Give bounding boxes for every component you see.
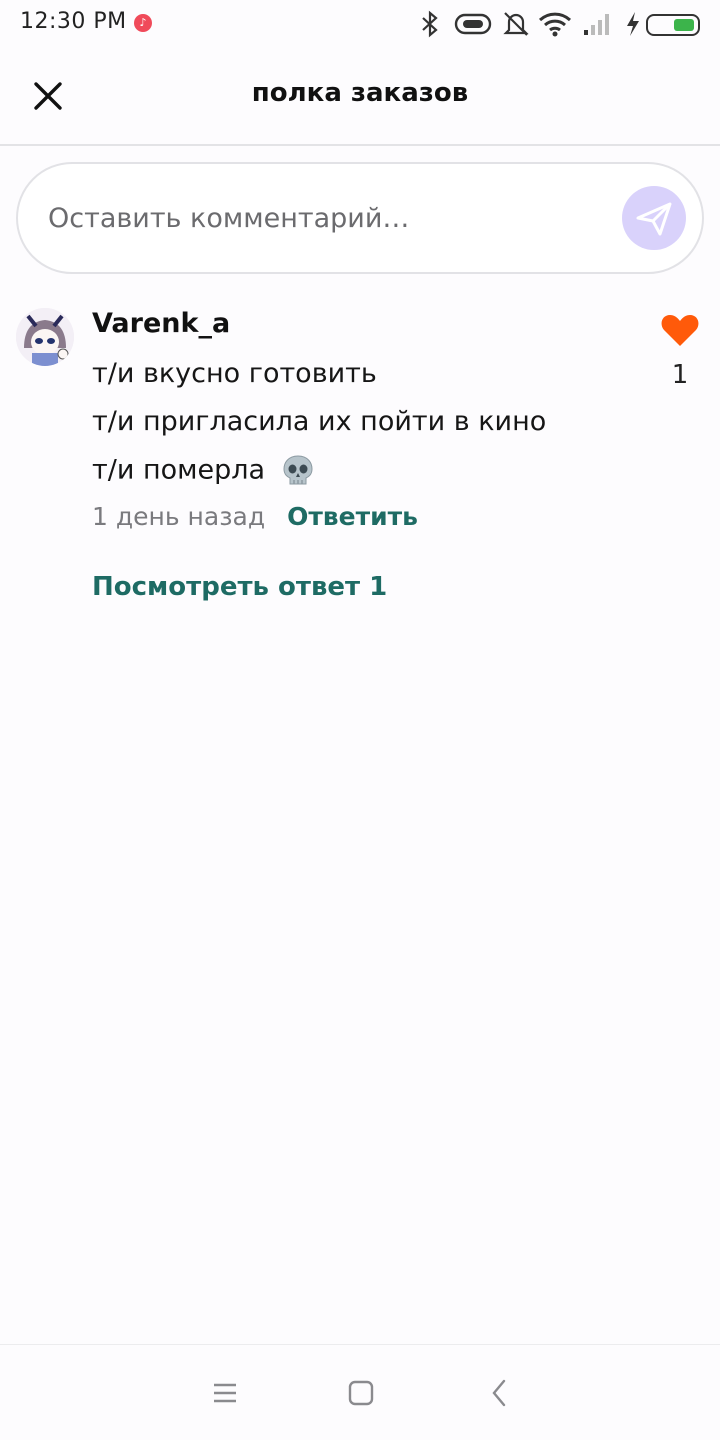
comment-text-line: т/и пригласила их пойти в кино xyxy=(92,406,547,437)
music-icon: ♪ xyxy=(134,14,152,32)
reply-button[interactable]: Ответить xyxy=(287,502,418,531)
heart-icon[interactable] xyxy=(660,312,700,348)
send-button[interactable] xyxy=(622,186,686,250)
comment-composer xyxy=(16,162,704,274)
menu-icon[interactable] xyxy=(207,1375,243,1411)
send-icon xyxy=(636,202,672,236)
comment-text-line: т/и померла xyxy=(92,454,314,488)
battery-level xyxy=(674,19,694,31)
wifi-icon xyxy=(538,12,572,37)
page-title: полка заказов xyxy=(251,78,469,108)
charging-icon xyxy=(627,12,639,36)
comments-screen: 12:30 PM ♪ полка заказов Оставить коммен… xyxy=(0,0,720,1440)
avatar-image xyxy=(16,308,74,366)
skull-icon xyxy=(283,455,313,485)
view-replies-button[interactable]: Посмотреть ответ 1 xyxy=(92,572,387,602)
comment-timestamp: 1 день назад xyxy=(92,502,266,531)
avatar[interactable] xyxy=(16,308,74,366)
comment-text-line: т/и вкусно готовить xyxy=(92,358,377,389)
like-count: 1 xyxy=(671,360,689,390)
home-icon[interactable] xyxy=(343,1375,379,1411)
bluetooth-icon xyxy=(422,10,438,38)
status-bar: 12:30 PM ♪ xyxy=(0,0,720,48)
vibrate-icon xyxy=(454,13,492,35)
header: полка заказов xyxy=(0,48,720,146)
comment-meta: 1 день назад Ответить xyxy=(92,502,418,531)
mute-bell-icon xyxy=(503,12,529,36)
signal-icon xyxy=(584,14,609,35)
battery-icon xyxy=(646,14,700,36)
back-icon[interactable] xyxy=(482,1375,518,1411)
comment-author[interactable]: Varenk_a xyxy=(92,308,230,339)
navigation-bar xyxy=(0,1344,720,1440)
comment-input[interactable] xyxy=(48,194,608,242)
comment-text-line-text: т/и померла xyxy=(92,454,266,486)
status-time: 12:30 PM xyxy=(20,9,127,34)
